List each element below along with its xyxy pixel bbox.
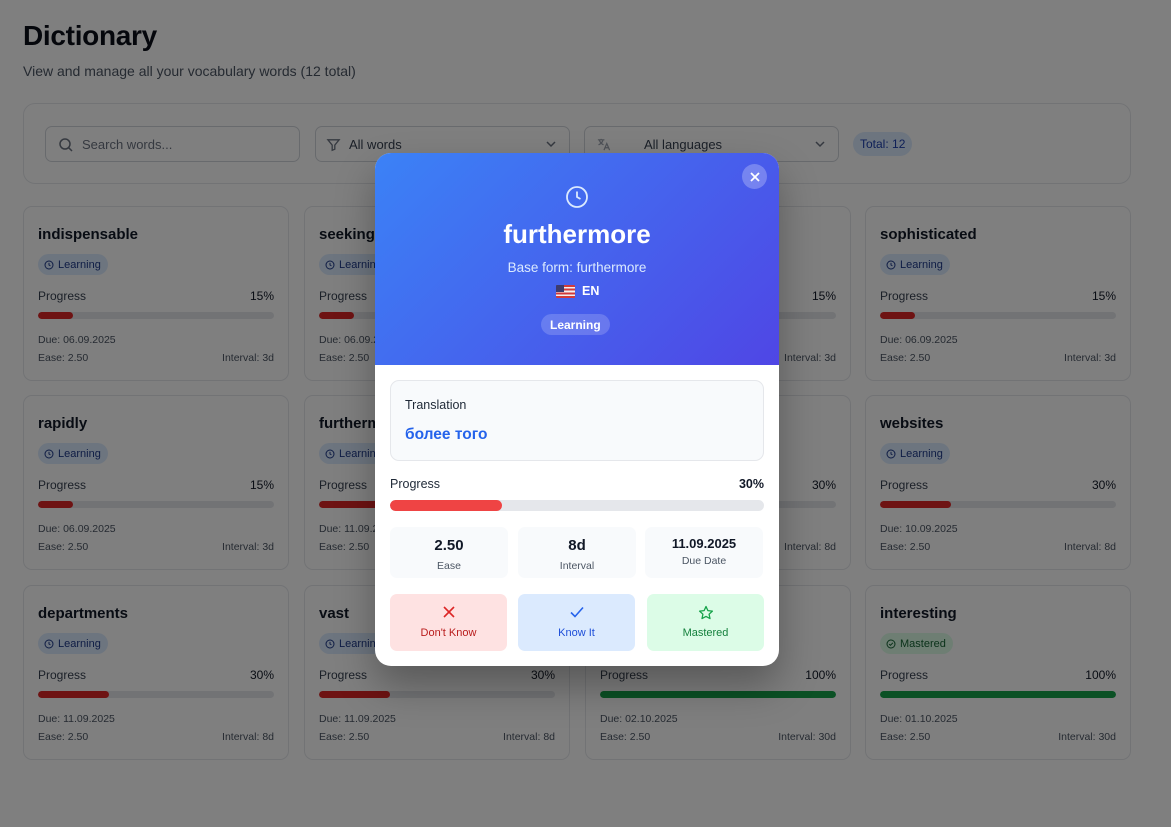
word-detail-modal: furthermore Base form: furthermore EN Le… — [375, 153, 779, 666]
us-flag-icon — [556, 284, 575, 298]
clock-icon — [565, 185, 589, 214]
translation-box: Translation более того — [390, 380, 764, 461]
ease-stat: 2.50 Ease — [390, 527, 508, 578]
know-it-button[interactable]: Know It — [518, 594, 635, 651]
dont-know-button[interactable]: Don't Know — [390, 594, 507, 651]
modal-progress-fill — [390, 500, 503, 511]
due-date-value: 11.09.2025 — [671, 536, 737, 551]
modal-base-form: Base form: furthermore — [507, 260, 647, 275]
dont-know-label: Don't Know — [420, 627, 477, 639]
translation-value: более того — [405, 426, 488, 443]
modal-status-badge: Learning — [541, 314, 610, 335]
ease-value: 2.50 — [434, 537, 464, 554]
due-date-label: Due Date — [681, 555, 727, 567]
ease-label: Ease — [437, 560, 461, 572]
interval-stat: 8d Interval — [518, 527, 636, 578]
close-icon — [749, 171, 761, 183]
modal-language-code: EN — [582, 284, 600, 298]
close-button[interactable] — [742, 164, 767, 189]
modal-language: EN — [556, 284, 599, 298]
interval-value: 8d — [568, 537, 586, 554]
know-it-label: Know It — [558, 627, 595, 639]
modal-progress-value: 30% — [738, 477, 764, 491]
modal-progress-label: Progress — [390, 477, 441, 491]
due-date-stat: 11.09.2025 Due Date — [645, 527, 763, 578]
interval-label: Interval — [559, 560, 595, 572]
check-icon — [518, 605, 635, 619]
mastered-button[interactable]: Mastered — [647, 594, 764, 651]
modal-word: furthermore — [503, 219, 651, 249]
modal-progress-bar — [390, 500, 764, 511]
x-icon — [390, 605, 507, 619]
translation-label: Translation — [405, 398, 467, 412]
mastered-label: Mastered — [682, 627, 729, 639]
star-icon — [647, 605, 764, 621]
modal-header: furthermore Base form: furthermore EN Le… — [375, 153, 779, 365]
